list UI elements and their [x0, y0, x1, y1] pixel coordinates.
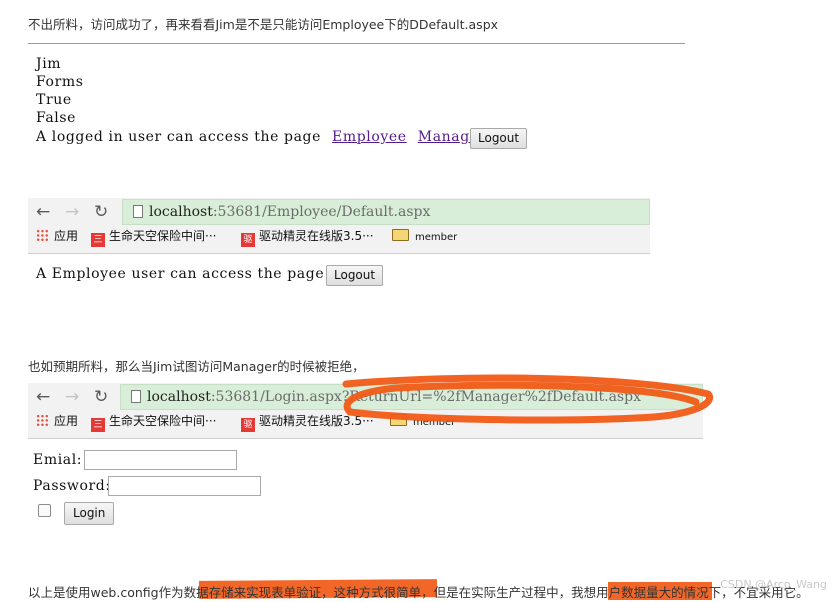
forward-arrow-icon[interactable]: →: [65, 387, 79, 407]
url-text: localhost:53681/Employee/Default.aspx: [149, 204, 430, 220]
access-text-employee: A Employee user can access the page: [36, 266, 325, 282]
bookmark-1[interactable]: 三生命天空保险中间···: [91, 412, 216, 432]
favicon-red-icon: 驱: [241, 418, 255, 432]
url-host: localhost: [147, 389, 211, 405]
logout-button[interactable]: Logout: [470, 128, 528, 149]
bookmark-2[interactable]: 驱驱动精灵在线版3.5···: [241, 227, 374, 247]
highlight-scribble: [342, 374, 714, 424]
login-button[interactable]: Login: [64, 502, 115, 525]
favicon-red-icon: 驱: [241, 233, 255, 247]
bookmark-1[interactable]: 三生命天空保险中间···: [91, 227, 216, 247]
info-line-name: Jim: [36, 56, 62, 72]
bookmark-apps-label: 应用: [54, 414, 79, 428]
info-line-is-authenticated: True: [36, 92, 72, 108]
reload-icon[interactable]: ↻: [94, 202, 108, 222]
email-input[interactable]: [84, 450, 237, 470]
employee-link[interactable]: Employee: [332, 129, 407, 145]
address-bar[interactable]: localhost:53681/Employee/Default.aspx: [122, 199, 650, 225]
intro-text-1: 不出所料，访问成功了，再来看看Jim是不是只能访问Employee下的DDefa…: [28, 17, 499, 32]
page-icon: [133, 205, 143, 218]
access-line-1: A logged in user can access the page Emp…: [36, 129, 486, 145]
back-arrow-icon[interactable]: ←: [36, 387, 50, 407]
user-info-block: Jim Forms True False: [36, 55, 84, 127]
url-host: localhost: [149, 204, 213, 220]
bookmark-apps[interactable]: 应用: [36, 412, 78, 429]
bookmark-2-label: 驱动精灵在线版3.5···: [259, 229, 374, 243]
url-path: :53681/Employee/Default.aspx: [212, 204, 431, 220]
email-label: Emial:: [33, 452, 83, 468]
watermark: CSDN @Arco_Wang: [720, 578, 827, 591]
forward-arrow-icon[interactable]: →: [65, 202, 79, 222]
favicon-red-icon: 三: [91, 233, 105, 247]
favicon-red-icon: 三: [91, 418, 105, 432]
info-line-flag: False: [36, 110, 77, 126]
bookmark-1-label: 生命天空保险中间···: [109, 229, 217, 243]
bookmark-3-label: member: [415, 232, 458, 243]
bookmark-3[interactable]: member: [392, 229, 457, 243]
page-icon: [131, 390, 141, 403]
divider: [28, 43, 685, 44]
bottom-text: 以上是使用web.config作为数据存储来实现表单验证，这种方式很简单，但是在…: [28, 585, 809, 600]
bookmark-apps-label: 应用: [54, 229, 79, 243]
apps-grid-icon: [36, 414, 49, 427]
folder-icon: [392, 229, 409, 241]
apps-grid-icon: [36, 229, 49, 242]
reload-icon[interactable]: ↻: [94, 387, 108, 407]
logout-button-2[interactable]: Logout: [326, 265, 384, 286]
password-input[interactable]: [108, 476, 261, 496]
intro-text-2: 也如预期所料，那么当Jim试图访问Manager的时候被拒绝，: [28, 359, 365, 374]
password-label: Password:: [33, 478, 111, 494]
info-line-auth-type: Forms: [36, 74, 84, 90]
back-arrow-icon[interactable]: ←: [36, 202, 50, 222]
bookmark-apps[interactable]: 应用: [36, 227, 78, 244]
bookmark-1-label: 生命天空保险中间···: [109, 414, 217, 428]
remember-checkbox[interactable]: [38, 504, 51, 517]
browser-toolbar-1: ← → ↻ localhost:53681/Employee/Default.a…: [28, 198, 650, 254]
access-text: A logged in user can access the page: [36, 129, 321, 145]
